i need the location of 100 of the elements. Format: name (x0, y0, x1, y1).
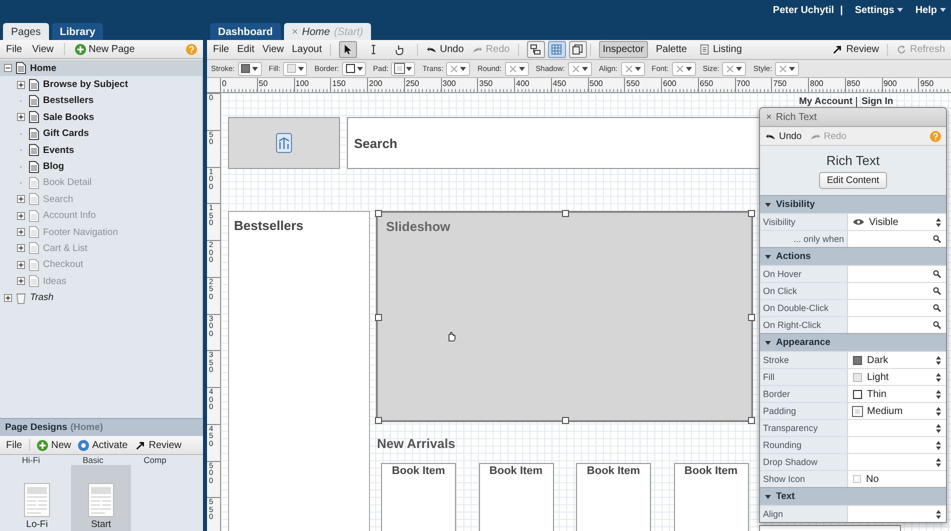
menu-item[interactable]: View (262, 44, 284, 55)
panel-tab[interactable]: Library (52, 23, 104, 40)
panel-toggle-button[interactable]: Listing (694, 41, 746, 58)
account-link[interactable]: My Account (799, 96, 852, 107)
history-button[interactable]: Undo (426, 44, 464, 55)
menu-item[interactable]: File (213, 44, 230, 55)
user-name[interactable]: Peter Uchytil (772, 4, 834, 16)
property-field[interactable] (848, 283, 946, 299)
property-field[interactable]: No (848, 471, 946, 487)
disclosure-icon[interactable] (765, 340, 771, 346)
property-field[interactable] (848, 437, 946, 453)
resize-handle[interactable] (375, 417, 382, 424)
resize-handle[interactable] (748, 210, 755, 217)
resize-handle[interactable] (748, 314, 755, 320)
section-header[interactable]: Text (760, 487, 946, 505)
panel-tab[interactable]: Pages (3, 23, 49, 40)
disclosure-icon[interactable] (765, 254, 771, 260)
style-dropdown[interactable] (620, 62, 645, 76)
resize-handle[interactable] (375, 210, 382, 217)
view-toggle-button[interactable] (568, 41, 587, 58)
style-dropdown[interactable] (672, 62, 696, 76)
expand-toggle-icon[interactable] (17, 260, 25, 269)
page-icon (29, 160, 39, 173)
tree-item[interactable]: Bestsellers (13, 92, 202, 110)
menu-item[interactable]: File (6, 440, 22, 450)
property-field[interactable]: Thin (848, 386, 946, 402)
header-menu[interactable]: Settings (854, 4, 904, 16)
header-menu[interactable]: Help (915, 4, 946, 16)
style-dropdown[interactable] (568, 62, 592, 76)
checkbox[interactable] (853, 475, 861, 483)
resize-handle[interactable] (562, 417, 568, 424)
resize-handle[interactable] (562, 210, 568, 217)
ruler-label: 250 (404, 78, 440, 92)
style-dropdown[interactable] (504, 62, 529, 76)
expand-toggle-icon[interactable] (4, 294, 12, 302)
resize-handle[interactable] (375, 314, 382, 320)
menu-item[interactable]: Layout (292, 44, 322, 55)
view-toggle-button[interactable] (526, 41, 545, 58)
style-dropdown[interactable] (238, 62, 262, 76)
account-link[interactable]: Sign In (861, 96, 894, 107)
style-dropdown[interactable] (722, 62, 746, 76)
property-field[interactable] (848, 266, 946, 282)
menu-item[interactable]: Edit (237, 44, 254, 55)
expand-toggle-icon[interactable] (17, 212, 25, 220)
property-field[interactable]: Medium (848, 403, 946, 419)
disclosure-icon[interactable] (765, 202, 771, 208)
style-dropdown[interactable] (283, 62, 308, 76)
search-icon (933, 321, 941, 329)
design-action-button[interactable]: Review (134, 440, 182, 450)
design-action-button[interactable]: New (37, 440, 72, 450)
property-field[interactable] (848, 420, 946, 436)
tree-item[interactable]: Trash (0, 289, 202, 306)
disclosure-icon[interactable] (765, 494, 771, 500)
document-tab[interactable]: × Home (Start) (284, 23, 372, 40)
page-icon (29, 128, 39, 140)
property-field[interactable] (848, 454, 946, 470)
style-dropdown[interactable] (342, 62, 366, 76)
property-field[interactable] (848, 317, 946, 333)
view-toggle-button[interactable] (548, 41, 566, 58)
edit-content-button[interactable]: Edit Content (818, 172, 888, 188)
design-action-button[interactable]: Activate (78, 440, 128, 450)
expand-toggle-icon[interactable] (17, 228, 25, 236)
tool-button[interactable] (338, 41, 357, 58)
menu-item[interactable]: View (32, 44, 54, 54)
style-dropdown[interactable] (446, 62, 470, 76)
expand-toggle-icon[interactable] (17, 277, 25, 286)
section-header[interactable]: Visibility (760, 195, 946, 213)
expand-toggle-icon[interactable] (4, 64, 12, 72)
property-field[interactable] (848, 231, 946, 247)
expand-toggle-icon[interactable] (17, 244, 25, 252)
panel-toggle-button[interactable]: Inspector (598, 41, 648, 58)
history-button[interactable]: Undo (765, 130, 802, 142)
toolbar-action-button[interactable]: Review (832, 44, 879, 55)
section-header[interactable]: Appearance (760, 333, 946, 351)
property-field[interactable]: Light (848, 369, 946, 385)
document-tab[interactable]: Dashboard (210, 23, 281, 40)
menu-item[interactable]: File (6, 44, 22, 54)
tree-item[interactable]: Sale Books (13, 109, 202, 126)
tree-item[interactable]: Browse by Subject (13, 76, 202, 93)
page-name: Search (43, 194, 74, 205)
property-field[interactable]: Dark (848, 352, 946, 368)
tree-item[interactable]: Gift Cards (13, 126, 202, 142)
style-dropdown[interactable] (775, 62, 800, 76)
property-field[interactable] (848, 506, 946, 522)
tree-item[interactable]: Events (13, 142, 202, 158)
tree-item[interactable]: Home (0, 60, 202, 76)
close-button[interactable]: × (766, 112, 772, 122)
design-thumbnail[interactable]: Lo-Fi (7, 465, 67, 531)
tree-item[interactable]: Blog (13, 158, 202, 175)
section-header[interactable]: Actions (760, 247, 946, 265)
expand-toggle-icon[interactable] (17, 80, 25, 89)
property-field[interactable]: Visible (848, 214, 946, 230)
design-thumbnail[interactable]: Start (71, 465, 131, 531)
expand-toggle-icon[interactable] (17, 113, 25, 122)
panel-toggle-button[interactable]: Palette (652, 41, 691, 58)
resize-handle[interactable] (748, 417, 755, 424)
style-dropdown[interactable] (391, 62, 416, 76)
property-field[interactable] (848, 300, 946, 316)
new-page-button[interactable]: New Page (74, 44, 135, 54)
expand-toggle-icon[interactable] (17, 195, 25, 204)
